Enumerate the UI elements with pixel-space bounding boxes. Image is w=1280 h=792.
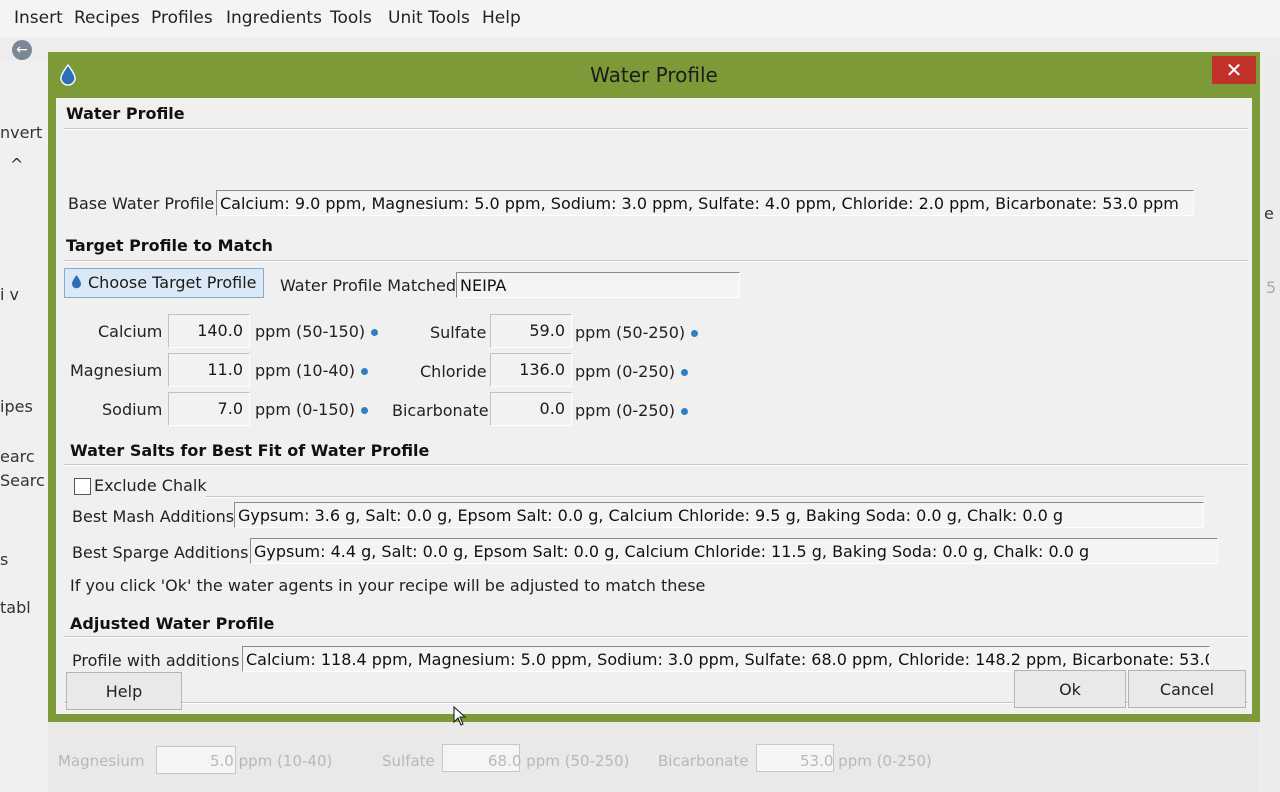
divider [64, 464, 1248, 466]
menu-help[interactable]: Help [482, 8, 521, 28]
mouse-cursor-icon [453, 705, 467, 730]
dialog-titlebar[interactable]: Water Profile ✕ [48, 52, 1260, 98]
background-text: 5 [1266, 278, 1277, 297]
dialog-title: Water Profile [590, 63, 718, 87]
ghost-bicarbonate-text: 53.0 ppm (0-250) [800, 752, 932, 770]
magnesium-range: ppm (10-40) [255, 361, 368, 380]
indicator-dot-icon [360, 407, 368, 414]
section-heading-water-salts: Water Salts for Best Fit of Water Profil… [70, 441, 430, 460]
section-heading-target-profile: Target Profile to Match [66, 236, 273, 255]
back-icon[interactable]: ← [12, 40, 32, 60]
water-profile-matched-label: Water Profile Matched [280, 276, 457, 295]
best-mash-additions-label: Best Mash Additions [72, 507, 235, 526]
background-text: e [1264, 204, 1274, 223]
indicator-dot-icon [691, 330, 699, 337]
ion-label-magnesium: Magnesium [70, 361, 163, 380]
divider [64, 636, 1248, 638]
dialog-body: Water Profile Base Water Profile Calcium… [56, 98, 1252, 726]
best-mash-additions-field[interactable]: Gypsum: 3.6 g, Salt: 0.0 g, Epsom Salt: … [234, 502, 1204, 528]
divider [206, 496, 1204, 498]
profile-with-additions-label: Profile with additions [72, 651, 240, 670]
ghost-sulfate-text: 68.0 ppm (50-250) [488, 752, 630, 770]
calcium-range: ppm (50-150) [255, 322, 379, 341]
background-text: nvert [0, 123, 43, 142]
background-text: s [0, 550, 9, 569]
divider [64, 128, 1248, 130]
bicarbonate-range: ppm (0-250) [575, 401, 688, 420]
section-heading-adjusted-profile: Adjusted Water Profile [70, 614, 275, 633]
water-profile-matched-field[interactable]: NEIPA [456, 272, 740, 298]
background-text: Searc [0, 471, 45, 490]
ion-label-chloride: Chloride [420, 362, 487, 381]
exclude-chalk-checkbox[interactable] [74, 478, 91, 495]
exclude-chalk-label: Exclude Chalk [94, 476, 207, 495]
ion-label-bicarbonate: Bicarbonate [392, 401, 489, 420]
menu-profiles[interactable]: Profiles [151, 8, 213, 28]
choose-target-profile-button[interactable]: Choose Target Profile [64, 268, 264, 298]
ion-label-sodium: Sodium [102, 400, 163, 419]
indicator-dot-icon [680, 408, 688, 415]
ghost-magnesium-label: Magnesium [58, 752, 145, 770]
menu-ingredients[interactable]: Ingredients [226, 8, 322, 28]
sulfate-input[interactable]: 59.0 [490, 314, 572, 348]
ion-label-sulfate: Sulfate [430, 323, 487, 342]
background-text: i v [0, 285, 19, 304]
menu-tools[interactable]: Tools [330, 8, 372, 28]
background-water-panel: Magnesium 5.0 ppm (10-40) Sulfate 68.0 p… [48, 722, 1258, 792]
water-drop-icon [71, 270, 82, 298]
magnesium-input[interactable]: 11.0 [168, 353, 250, 387]
best-sparge-additions-field[interactable]: Gypsum: 4.4 g, Salt: 0.0 g, Epsom Salt: … [250, 538, 1218, 564]
ghost-sulfate-label: Sulfate [382, 752, 435, 770]
background-sidebar [0, 60, 49, 792]
menu-insert[interactable]: Insert [14, 8, 63, 28]
menu-unit-tools[interactable]: Unit Tools [388, 8, 470, 28]
sodium-input[interactable]: 7.0 [168, 392, 250, 426]
base-water-profile-label: Base Water Profile [68, 194, 215, 213]
ghost-bicarbonate-label: Bicarbonate [658, 752, 749, 770]
close-button[interactable]: ✕ [1212, 56, 1256, 84]
ok-adjust-note: If you click 'Ok' the water agents in yo… [70, 576, 706, 595]
background-right-panel [1258, 60, 1280, 792]
sulfate-range: ppm (50-250) [575, 323, 699, 342]
help-button[interactable]: Help [66, 672, 182, 710]
sodium-range: ppm (0-150) [255, 400, 368, 419]
chloride-range: ppm (0-250) [575, 362, 688, 381]
menu-bar: Insert Recipes Profiles Ingredients Tool… [0, 0, 1280, 38]
background-text: ipes [0, 397, 33, 416]
best-sparge-additions-label: Best Sparge Additions [72, 543, 249, 562]
base-water-profile-field[interactable]: Calcium: 9.0 ppm, Magnesium: 5.0 ppm, So… [216, 190, 1194, 216]
bicarbonate-input[interactable]: 0.0 [490, 392, 572, 426]
ok-button[interactable]: Ok [1014, 670, 1126, 708]
divider [64, 260, 1248, 262]
section-heading-water-profile: Water Profile [66, 104, 185, 123]
background-text: tabl [0, 598, 31, 617]
cancel-button[interactable]: Cancel [1128, 670, 1246, 708]
background-text: ^ [10, 155, 24, 174]
chloride-input[interactable]: 136.0 [490, 353, 572, 387]
menu-recipes[interactable]: Recipes [74, 8, 140, 28]
water-profile-dialog: Water Profile ✕ Water Profile Base Water… [48, 52, 1260, 726]
calcium-input[interactable]: 140.0 [168, 314, 250, 348]
background-text: earc [0, 447, 35, 466]
ion-label-calcium: Calcium [98, 322, 163, 341]
indicator-dot-icon [680, 369, 688, 376]
profile-with-additions-field[interactable]: Calcium: 118.4 ppm, Magnesium: 5.0 ppm, … [242, 646, 1210, 672]
indicator-dot-icon [360, 368, 368, 375]
ghost-magnesium-text: 5.0 ppm (10-40) [210, 752, 333, 770]
choose-target-profile-label: Choose Target Profile [88, 273, 257, 292]
indicator-dot-icon [371, 329, 379, 336]
